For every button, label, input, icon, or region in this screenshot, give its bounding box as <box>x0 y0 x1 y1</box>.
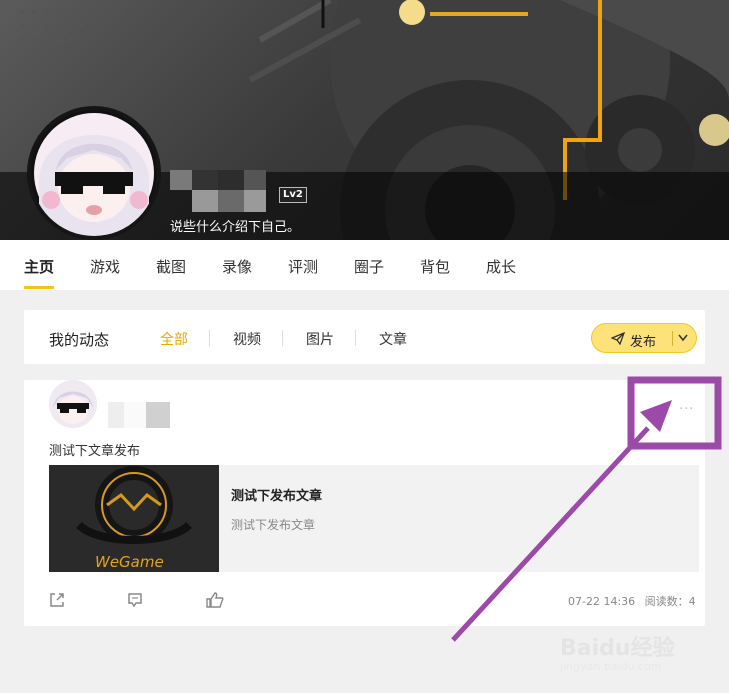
filter-video[interactable]: 视频 <box>233 329 261 349</box>
post-card: ··· 测试下文章发布 WeGame 测试下发布文章 测试下发布文章 07-22… <box>24 380 705 626</box>
avatar-image <box>49 380 97 428</box>
comment-icon[interactable] <box>127 592 143 608</box>
feed-title: 我的动态 <box>49 331 110 349</box>
filter-articles[interactable]: 文章 <box>379 329 407 349</box>
username-mosaic <box>170 170 266 212</box>
level-badge: Lv2 <box>279 187 307 203</box>
post-author-avatar[interactable] <box>49 380 97 428</box>
feed-header-card: 我的动态 全部 视频 图片 文章 发布 <box>24 310 705 364</box>
divider <box>672 331 673 346</box>
divider <box>355 330 356 346</box>
more-options-button[interactable]: ··· <box>679 402 694 417</box>
article-title: 测试下发布文章 <box>231 489 323 504</box>
wegame-logo-text: WeGame <box>95 553 164 571</box>
profile-avatar[interactable] <box>31 110 157 236</box>
tab-backpack[interactable]: 背包 <box>420 256 450 277</box>
post-date: 07-22 14:36 <box>568 595 636 608</box>
profile-nav: 主页 游戏 截图 录像 评测 圈子 背包 成长 <box>0 240 729 290</box>
post-meta: 07-22 14:36 阅读数：4 <box>568 593 696 609</box>
tab-reviews[interactable]: 评测 <box>288 256 318 277</box>
article-desc: 测试下发布文章 <box>231 518 316 532</box>
publish-label: 发布 <box>630 335 657 350</box>
divider <box>209 330 210 346</box>
tab-home[interactable]: 主页 <box>24 256 54 277</box>
publish-button[interactable]: 发布 <box>591 323 697 353</box>
article-preview[interactable]: WeGame 测试下发布文章 测试下发布文章 <box>49 465 699 572</box>
tab-circles[interactable]: 圈子 <box>354 256 384 277</box>
like-icon[interactable] <box>206 592 224 608</box>
tab-games[interactable]: 游戏 <box>90 256 120 277</box>
tab-screenshots[interactable]: 截图 <box>156 256 186 277</box>
post-author-name-mosaic <box>108 402 170 428</box>
divider <box>282 330 283 346</box>
article-thumbnail: WeGame <box>49 465 219 572</box>
filter-images[interactable]: 图片 <box>306 329 334 349</box>
avatar-image <box>34 113 154 236</box>
watermark-url: jingyan.baidu.com <box>560 660 662 673</box>
read-count: 阅读数：4 <box>644 595 696 608</box>
profile-bio[interactable]: 说些什么介绍下自己。 <box>170 216 300 235</box>
chevron-down-icon[interactable] <box>678 334 688 342</box>
filter-all[interactable]: 全部 <box>160 329 188 349</box>
share-icon[interactable] <box>49 592 65 608</box>
watermark: Baidu经验 <box>560 636 675 661</box>
tab-growth[interactable]: 成长 <box>486 256 516 277</box>
post-text: 测试下文章发布 <box>49 444 141 459</box>
tab-recordings[interactable]: 录像 <box>222 256 252 277</box>
send-icon <box>611 332 625 345</box>
active-tab-indicator <box>24 286 54 289</box>
